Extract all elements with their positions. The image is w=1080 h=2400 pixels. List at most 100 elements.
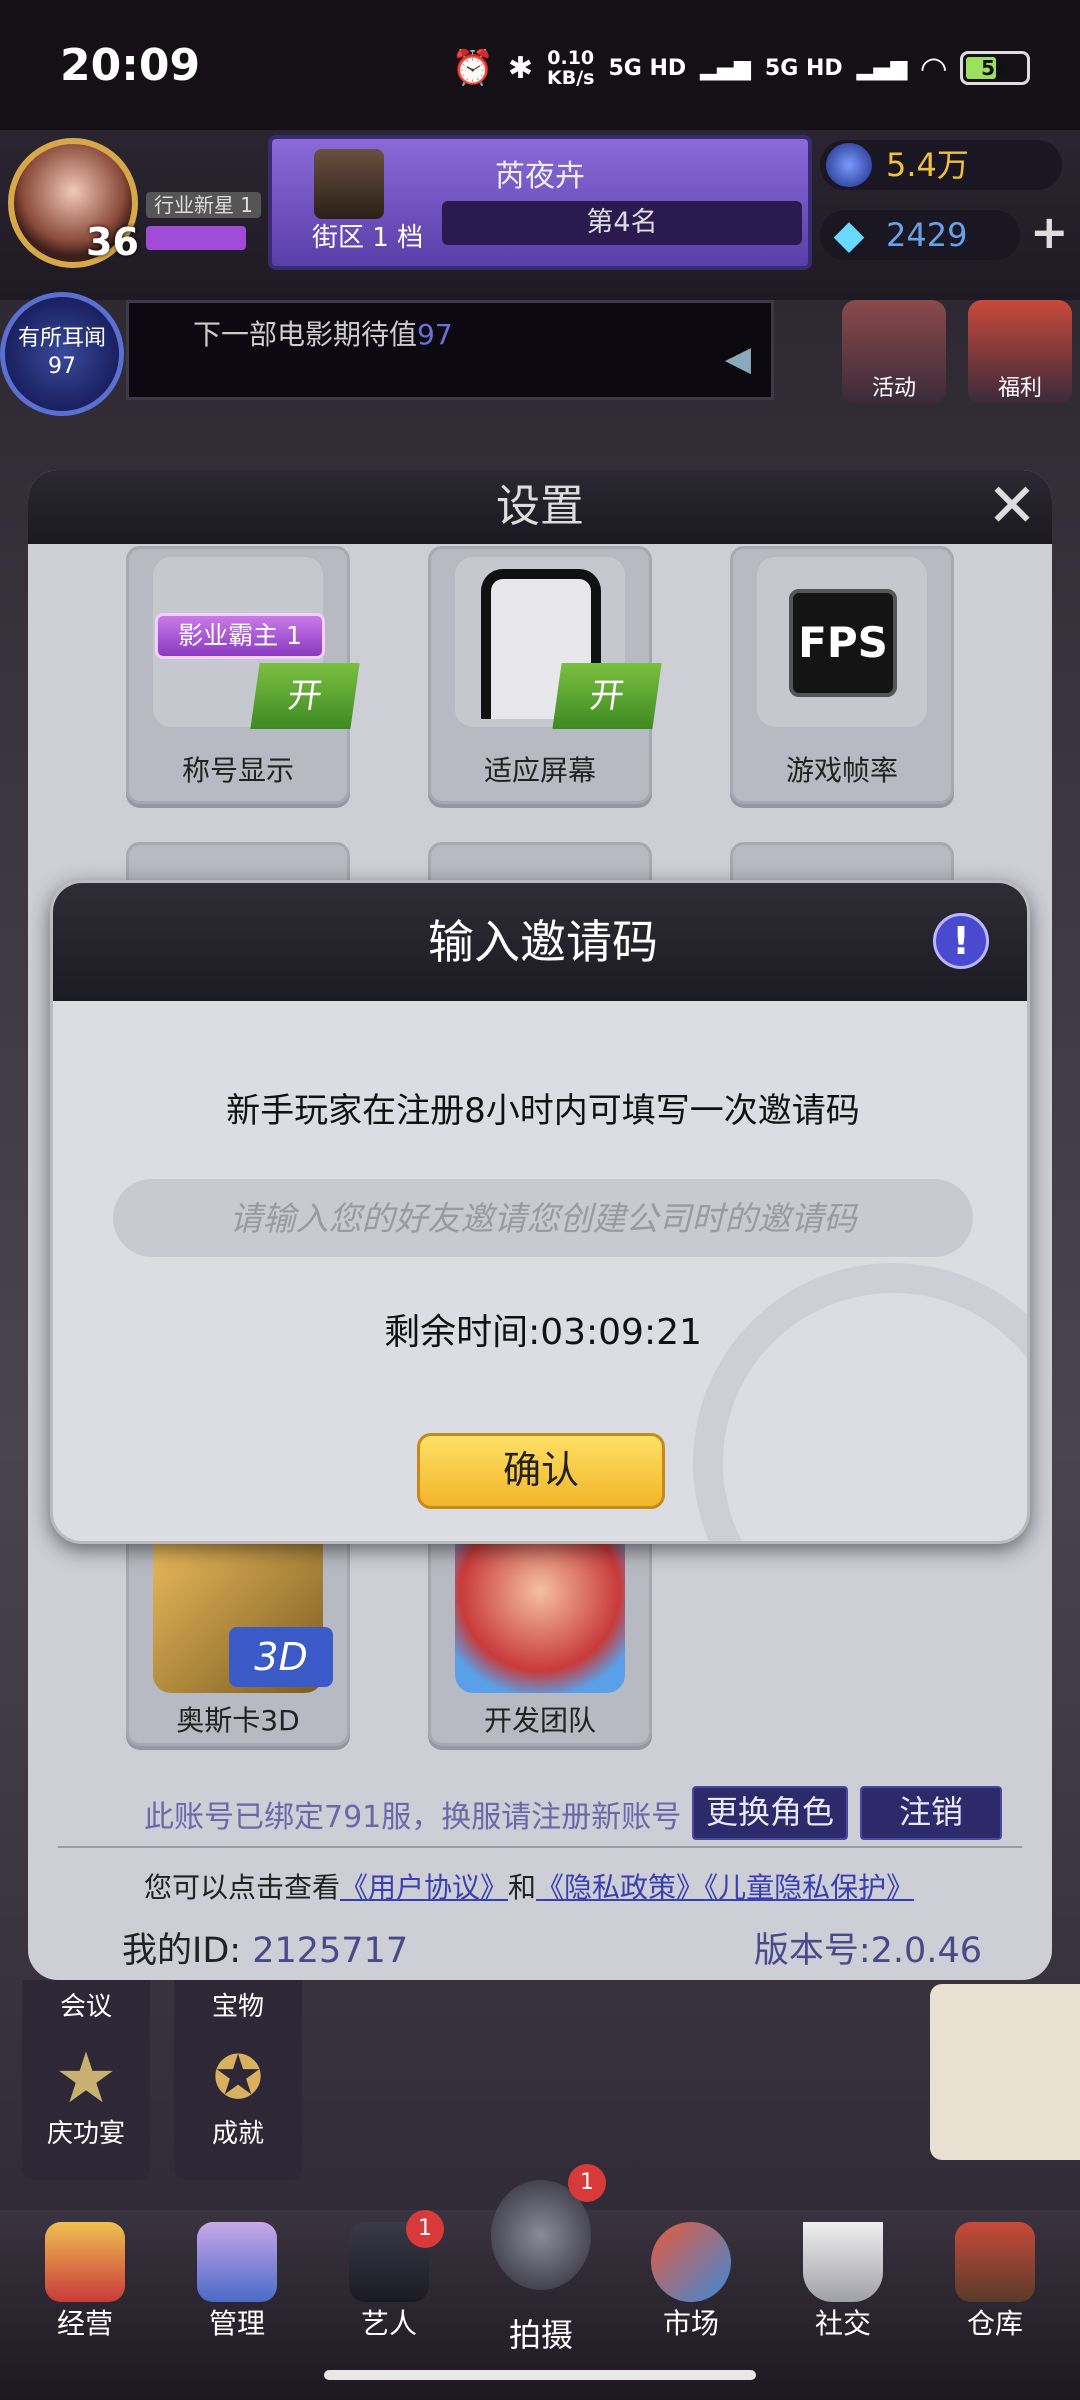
signal-1: 5G HD xyxy=(608,55,687,81)
title-display-tile[interactable]: 影业霸主 1 开 称号显示 xyxy=(126,546,360,804)
status-icons: ⏰ ✱ 0.10 KB/s 5G HD ▂▄▆ 5G HD ▂▄▆ ◠ 51 xyxy=(451,47,1030,89)
invite-code-dialog: 输入邀请码 ! 新手玩家在注册8小时内可填写一次邀请码 剩余时间:03:09:2… xyxy=(50,880,1030,1544)
money-counter[interactable]: 5.4万 xyxy=(820,140,1062,190)
medal-icon: ✪ xyxy=(212,2043,264,2113)
hype-badge[interactable]: 有所耳闻 97 xyxy=(0,292,124,416)
confirm-button[interactable]: 确认 xyxy=(417,1433,665,1509)
status-time: 20:09 xyxy=(60,40,201,91)
popcorn-icon xyxy=(45,2222,125,2302)
agree-and: 和 xyxy=(508,1871,537,1904)
countdown-timer: 剩余时间:03:09:21 xyxy=(384,1312,702,1353)
nav-label: 拍摄 xyxy=(508,2316,573,2354)
rank-progress-bar xyxy=(146,226,246,250)
achievement-label[interactable]: 成就 xyxy=(174,2113,302,2150)
switch-role-button[interactable]: 更换角色 xyxy=(692,1786,848,1840)
signal-bars-icon: ▂▄▆ xyxy=(700,55,751,81)
divider xyxy=(58,1846,1022,1848)
dialog-message: 新手玩家在注册8小时内可填写一次邀请码 xyxy=(226,1091,860,1131)
toggle-on-badge[interactable]: 开 xyxy=(552,663,662,729)
tile-label: 游戏帧率 xyxy=(785,754,898,787)
nav-warehouse[interactable]: 仓库 xyxy=(930,2210,1060,2370)
gear-icon xyxy=(197,2222,277,2302)
bind-notice: 此账号已绑定791服，换服请注册新账号 xyxy=(144,1800,682,1835)
hype-label: 有所耳闻 xyxy=(17,326,106,351)
ticker-text: 下一部电影期待值 xyxy=(193,318,418,351)
nav-label: 经营 xyxy=(56,2307,113,2340)
pie-chart-icon xyxy=(651,2222,731,2302)
alarm-icon: ⏰ xyxy=(451,48,494,88)
info-icon[interactable]: ! xyxy=(933,913,989,969)
frame-rate-tile[interactable]: FPS 游戏帧率 xyxy=(730,546,954,804)
nav-artists[interactable]: 1 艺人 xyxy=(324,2210,454,2370)
artists-badge: 1 xyxy=(406,2210,444,2248)
nav-operate[interactable]: 经营 xyxy=(20,2210,150,2370)
money-value: 5.4万 xyxy=(886,146,969,184)
collapse-arrow-icon[interactable]: ◀ xyxy=(725,339,751,379)
globe-icon xyxy=(826,143,872,187)
my-id: 我的ID: 2125717 xyxy=(122,1922,408,1973)
celebration-label[interactable]: 庆功宴 xyxy=(22,2113,150,2150)
nav-social[interactable]: 社交 xyxy=(778,2210,908,2370)
nav-label: 仓库 xyxy=(966,2307,1023,2340)
district-name: 芮夜卉 xyxy=(495,159,585,194)
title-badge: 影业霸主 1 xyxy=(155,613,325,659)
coffee-cup-icon xyxy=(803,2222,883,2302)
star-icon: ★ xyxy=(54,2037,118,2119)
nav-shoot[interactable]: 1 拍摄 xyxy=(476,2160,606,2370)
battery-level: 51 xyxy=(981,56,1009,80)
shoot-badge: 1 xyxy=(568,2164,606,2202)
rank-tag: 行业新星 1 xyxy=(146,192,261,218)
fit-screen-tile[interactable]: 开 适应屏幕 xyxy=(428,546,662,804)
add-diamond-button[interactable]: + xyxy=(1030,205,1069,259)
advisor-portrait[interactable] xyxy=(930,1984,1080,2160)
nav-label: 艺人 xyxy=(360,2307,417,2340)
ticker-value: 97 xyxy=(417,318,453,351)
district-panel[interactable]: 芮夜卉 街区 1 档 第4名 xyxy=(268,135,812,270)
settings-header: 设置 xyxy=(28,470,1052,544)
logout-button[interactable]: 注销 xyxy=(860,1786,1002,1840)
news-ticker[interactable]: 下一部电影期待值97 ◀ xyxy=(126,300,774,400)
signal-2: 5G HD xyxy=(764,55,843,81)
wifi-icon: ◠ xyxy=(921,49,946,87)
player-level: 36 xyxy=(86,220,139,264)
diamond-icon: ◆ xyxy=(833,212,865,258)
close-icon[interactable]: ✕ xyxy=(980,474,1044,538)
diamond-counter[interactable]: ◆ 2429 xyxy=(820,210,1020,260)
home-indicator[interactable] xyxy=(324,2370,756,2380)
privacy-policy-link[interactable]: 《隐私政策》 xyxy=(536,1871,704,1904)
left-menu-stack: 会议 ★ 庆功宴 xyxy=(22,1980,150,2180)
tile-label: 适应屏幕 xyxy=(483,754,596,787)
right-menu-stack: 宝物 ✪ 成就 xyxy=(174,1980,302,2180)
treasure-label[interactable]: 宝物 xyxy=(174,1980,302,2023)
diamond-value: 2429 xyxy=(886,216,968,254)
bluetooth-icon: ✱ xyxy=(507,50,533,86)
my-id-value[interactable]: 2125717 xyxy=(252,1931,408,1971)
warehouse-icon xyxy=(955,2222,1035,2302)
agreement-line: 您可以点击查看《用户协议》和《隐私政策》《儿童隐私保护》 xyxy=(144,1866,914,1906)
battery-icon: 51 xyxy=(960,51,1030,85)
status-bar: 20:09 ⏰ ✱ 0.10 KB/s 5G HD ▂▄▆ 5G HD ▂▄▆ … xyxy=(0,0,1080,130)
net-speed-value: 0.10 xyxy=(547,47,595,69)
tile-label: 奥斯卡3D xyxy=(176,1704,300,1737)
user-agreement-link[interactable]: 《用户协议》 xyxy=(340,1871,508,1904)
agree-prefix: 您可以点击查看 xyxy=(144,1871,341,1904)
invite-code-input[interactable] xyxy=(113,1179,973,1257)
child-privacy-link[interactable]: 《儿童隐私保护》 xyxy=(704,1871,914,1904)
fps-icon: FPS xyxy=(789,589,897,697)
nav-manage[interactable]: 管理 xyxy=(172,2210,302,2370)
dialog-title: 输入邀请码 xyxy=(428,915,658,969)
district-level: 街区 1 档 xyxy=(312,223,424,253)
activity-button[interactable]: 活动 xyxy=(842,300,946,404)
nav-label: 社交 xyxy=(814,2307,871,2340)
nav-label: 市场 xyxy=(662,2307,719,2340)
welfare-label: 福利 xyxy=(997,376,1042,401)
welfare-button[interactable]: 福利 xyxy=(968,300,1072,404)
badge-3d: 3D xyxy=(229,1627,333,1687)
dialog-header: 输入邀请码 xyxy=(53,883,1027,1001)
toggle-on-badge[interactable]: 开 xyxy=(250,663,360,729)
meeting-label[interactable]: 会议 xyxy=(22,1980,150,2023)
district-rank: 第4名 xyxy=(442,201,802,245)
net-speed-unit: KB/s xyxy=(546,67,595,89)
tile-label: 开发团队 xyxy=(483,1704,596,1737)
nav-market[interactable]: 市场 xyxy=(626,2210,756,2370)
